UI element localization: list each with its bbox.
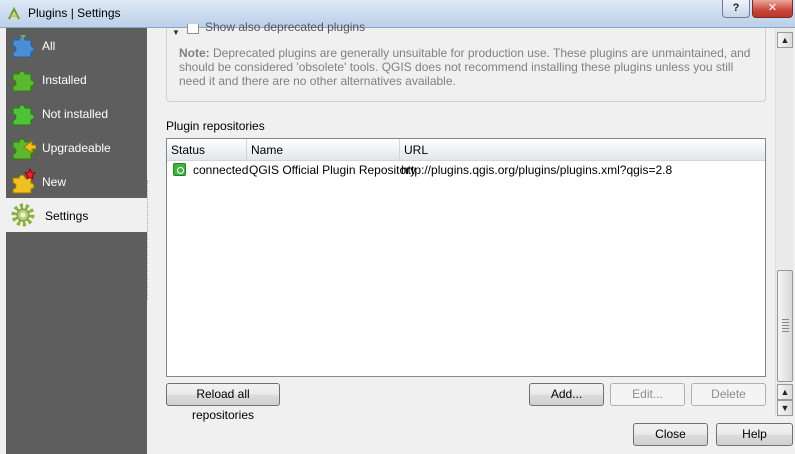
deprecated-note: Note: Deprecated plugins are generally u… bbox=[179, 46, 759, 88]
title-bar: Plugins | Settings ? ✕ bbox=[0, 0, 795, 28]
plugin-repositories-label: Plugin repositories bbox=[166, 119, 265, 133]
sidebar-item-label: Upgradeable bbox=[42, 141, 111, 155]
connected-status-icon bbox=[173, 163, 186, 176]
sidebar-item-label: Settings bbox=[45, 209, 89, 223]
sidebar: All Installed Not installed Upgradeable … bbox=[6, 28, 147, 454]
scroll-up-arrow-icon[interactable]: ▲ bbox=[777, 384, 793, 400]
note-text: Deprecated plugins are generally unsuita… bbox=[179, 46, 751, 88]
edit-button[interactable]: Edit... bbox=[610, 383, 685, 406]
delete-button[interactable]: Delete bbox=[691, 383, 766, 406]
column-header-status[interactable]: Status bbox=[167, 139, 247, 161]
puzzle-all-icon bbox=[12, 35, 35, 58]
grip-icon bbox=[782, 319, 789, 333]
row-status: connected bbox=[193, 163, 249, 177]
sidebar-item-upgradeable[interactable]: Upgradeable bbox=[6, 130, 147, 164]
window-title: Plugins | Settings bbox=[28, 6, 121, 20]
column-header-name[interactable]: Name bbox=[247, 139, 400, 161]
sidebar-item-label: All bbox=[42, 39, 56, 53]
row-name: QGIS Official Plugin Repository bbox=[249, 163, 417, 177]
add-button[interactable]: Add... bbox=[529, 383, 604, 406]
reload-all-repositories-button[interactable]: Reload all repositories bbox=[166, 383, 280, 422]
sidebar-item-all[interactable]: All bbox=[6, 28, 147, 62]
qgis-icon bbox=[8, 6, 20, 20]
scroll-up-arrow-icon[interactable]: ▲ bbox=[777, 32, 793, 48]
scroll-down-arrow-icon[interactable]: ▼ bbox=[777, 400, 793, 416]
show-deprecated-checkbox[interactable] bbox=[187, 24, 199, 34]
sidebar-item-settings[interactable]: Settings bbox=[6, 198, 147, 232]
puzzle-installed-icon bbox=[12, 70, 35, 92]
window-help-button[interactable]: ? bbox=[722, 0, 750, 18]
repositories-table[interactable]: Status Name URL connected QGIS Official … bbox=[166, 138, 766, 377]
sidebar-item-label: Installed bbox=[42, 73, 87, 87]
puzzle-new-icon bbox=[12, 168, 36, 194]
puzzle-not-installed-icon bbox=[12, 104, 35, 126]
splitter-handle[interactable] bbox=[147, 180, 150, 300]
close-button[interactable]: Close bbox=[633, 423, 708, 446]
sidebar-item-label: New bbox=[42, 175, 67, 189]
table-header: Status Name URL bbox=[167, 139, 765, 161]
collapse-arrow-icon[interactable]: ▼ bbox=[172, 28, 180, 37]
sidebar-item-not-installed[interactable]: Not installed bbox=[6, 96, 147, 130]
show-deprecated-label: Show also deprecated plugins bbox=[205, 20, 366, 34]
row-url: http://plugins.qgis.org/plugins/plugins.… bbox=[401, 163, 673, 177]
sidebar-item-label: Not installed bbox=[42, 107, 109, 121]
gear-icon bbox=[11, 203, 35, 227]
vertical-scrollbar[interactable]: ▲ ▲ ▼ bbox=[775, 28, 793, 417]
puzzle-upgradeable-icon bbox=[12, 138, 36, 160]
note-bold: Note: bbox=[179, 46, 210, 60]
scrollbar-thumb[interactable] bbox=[777, 270, 793, 382]
table-row[interactable]: connected QGIS Official Plugin Repositor… bbox=[167, 161, 765, 179]
sidebar-item-installed[interactable]: Installed bbox=[6, 62, 147, 96]
column-header-url[interactable]: URL bbox=[400, 139, 765, 161]
sidebar-item-new[interactable]: New bbox=[6, 164, 147, 198]
deprecated-group: ▼ Show also deprecated plugins Note: Dep… bbox=[166, 20, 766, 102]
window-close-button[interactable]: ✕ bbox=[752, 0, 793, 18]
help-button[interactable]: Help bbox=[716, 423, 793, 446]
